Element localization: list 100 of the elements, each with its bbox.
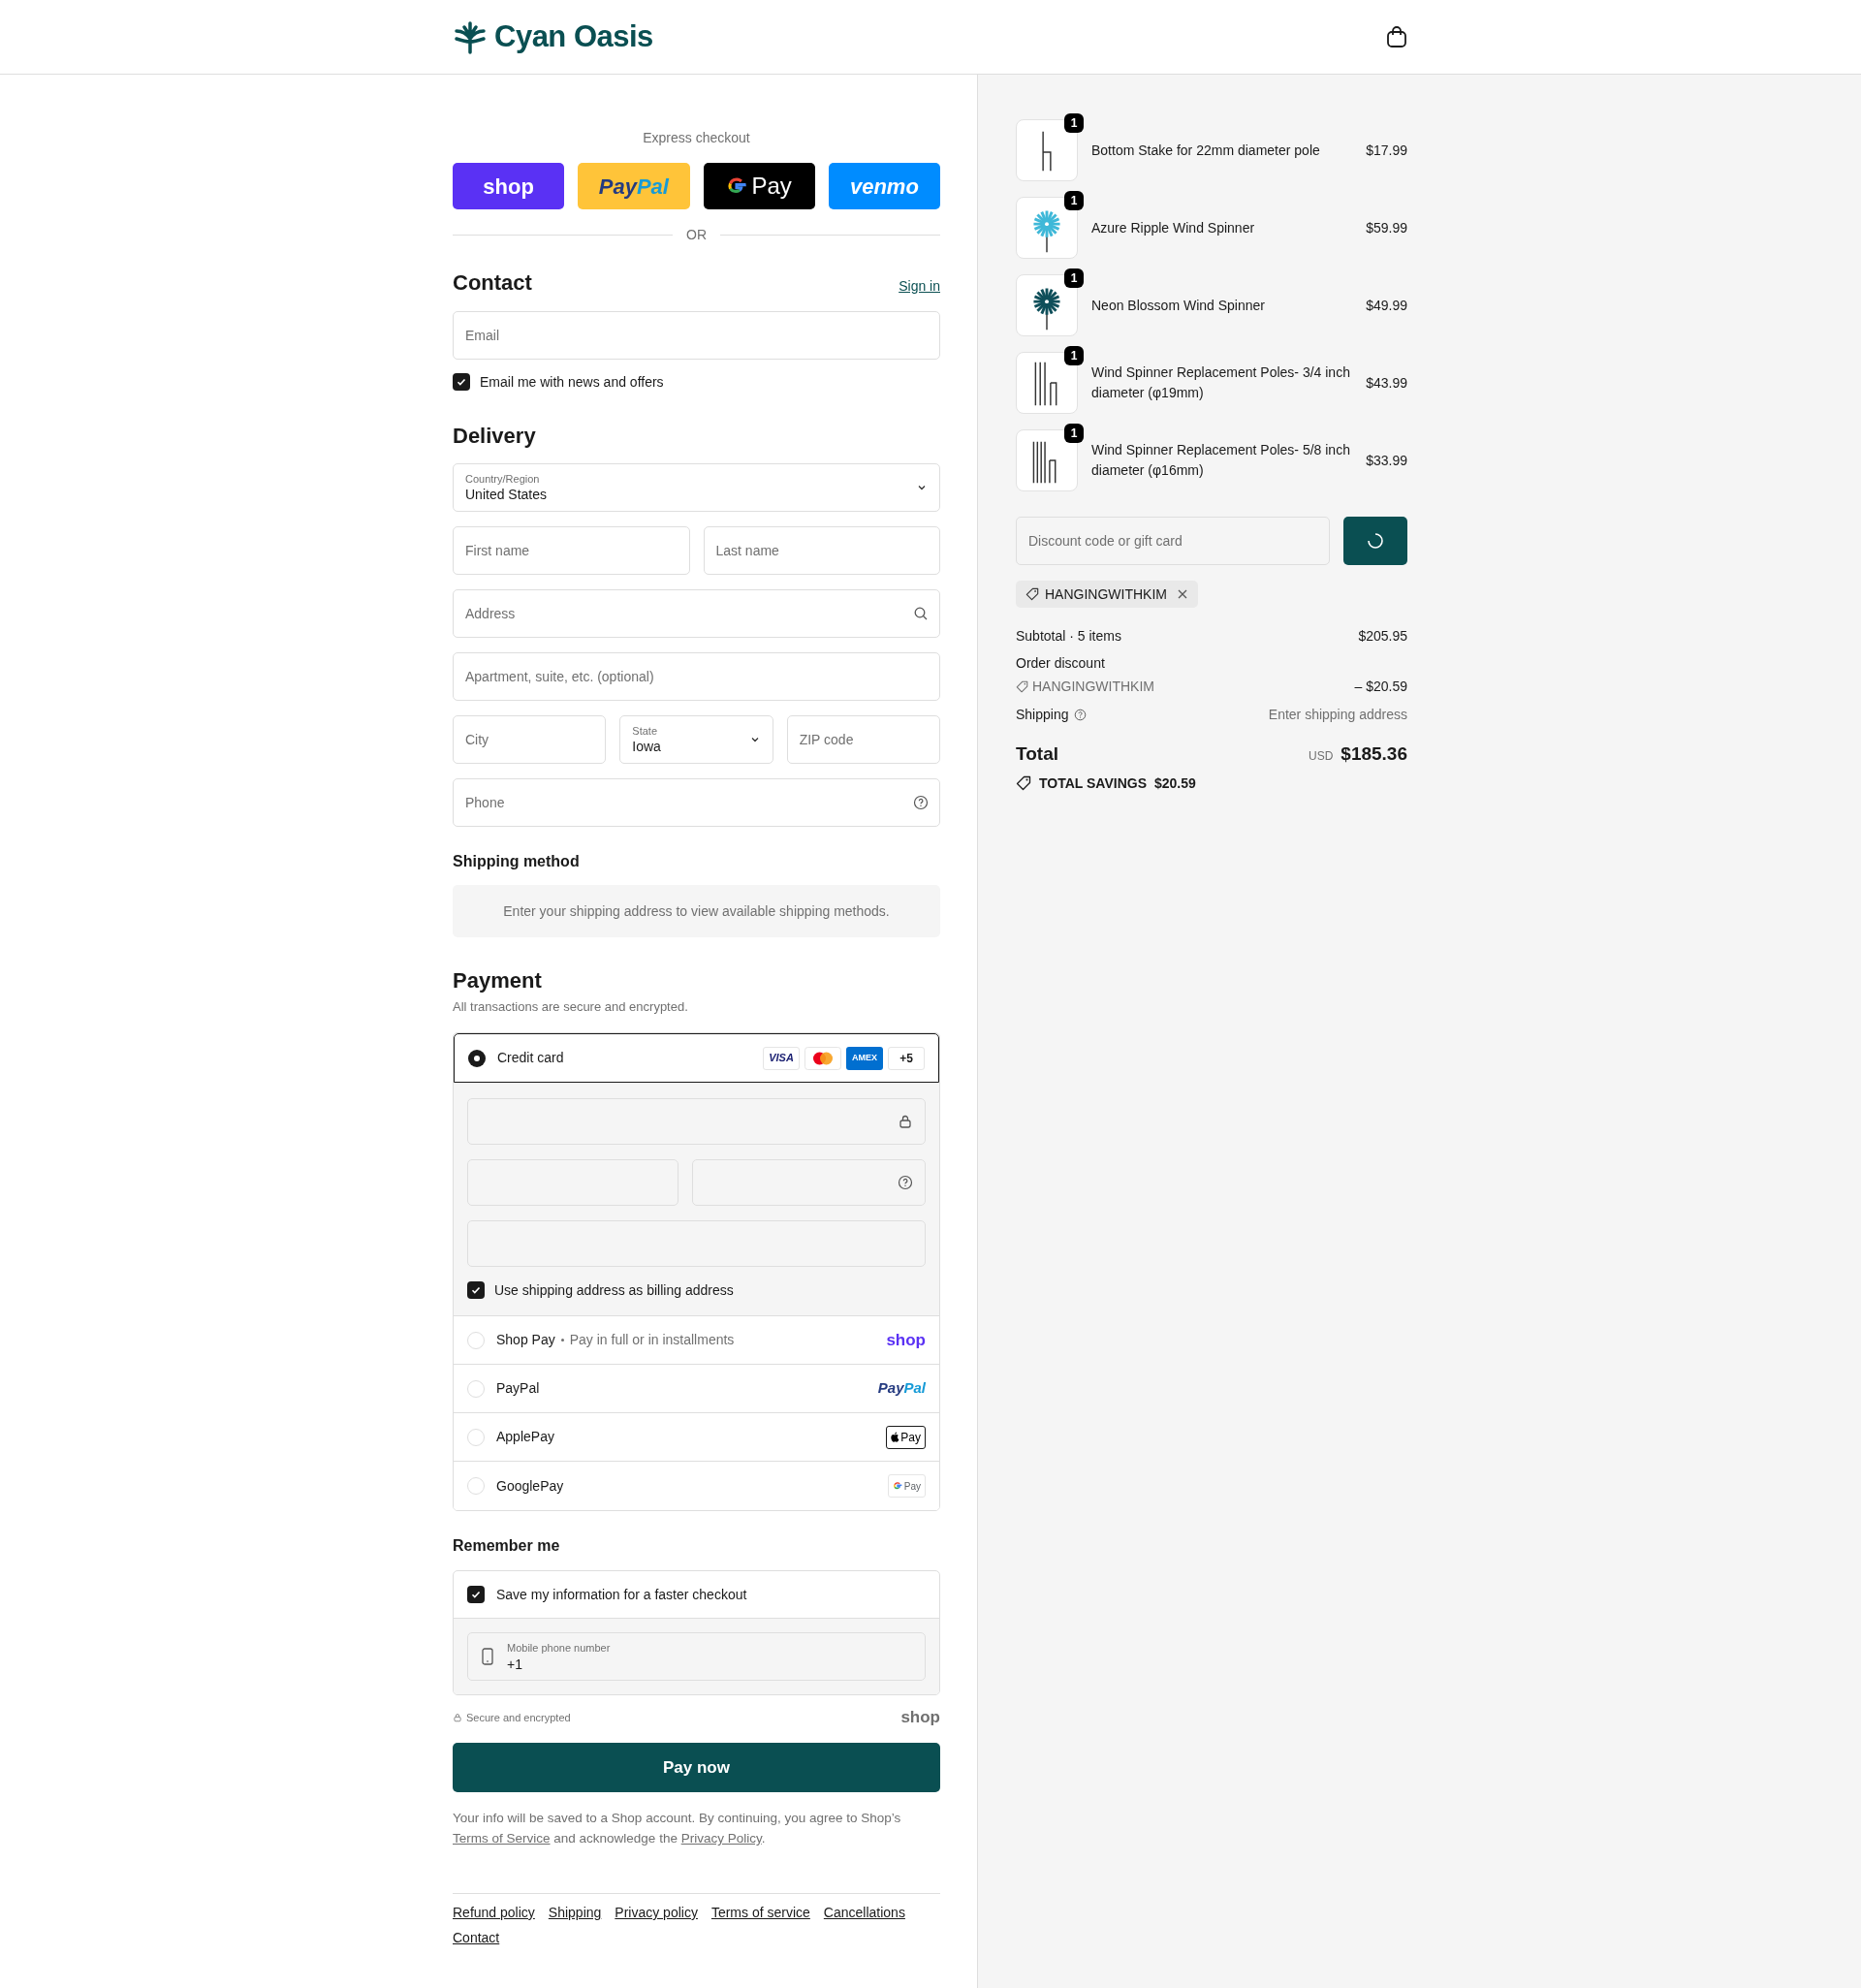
quantity-badge: 1: [1064, 346, 1084, 365]
footer-link[interactable]: Privacy policy: [615, 1903, 698, 1922]
discount-tag: HANGINGWITHKIM: [1016, 581, 1198, 608]
section-heading: Payment: [453, 967, 543, 994]
currency-code: USD: [1308, 747, 1334, 765]
checkbox[interactable]: [467, 1586, 485, 1603]
select-field[interactable]: Country/Region United States: [453, 463, 940, 512]
product-image: [1016, 429, 1078, 491]
radio-button[interactable]: [467, 1428, 485, 1446]
footer-link[interactable]: Cancellations: [823, 1903, 905, 1922]
input-field[interactable]: First name: [453, 526, 690, 575]
input-field[interactable]: Apartment, suite, etc. (optional): [453, 652, 940, 701]
loading-spinner-icon: [1367, 532, 1384, 550]
summary-value: – $20.59: [1354, 678, 1407, 696]
brand-name: Cyan Oasis: [494, 17, 653, 55]
checkbox[interactable]: [467, 1281, 485, 1299]
shop-logo: shop: [900, 1707, 940, 1729]
select-field[interactable]: State Iowa: [619, 715, 773, 764]
amex-badge: AMEX: [846, 1046, 883, 1070]
sign-in-link[interactable]: Sign in: [899, 276, 940, 297]
radio-button[interactable]: [467, 1477, 485, 1495]
checkbox[interactable]: [453, 373, 470, 391]
input-field[interactable]: Email: [453, 311, 940, 360]
or-divider-text: OR: [686, 225, 707, 244]
summary-value: Enter shipping address: [1268, 706, 1407, 724]
card-number-field[interactable]: [467, 1098, 926, 1145]
lock-icon: [453, 1713, 462, 1722]
secure-note: Secure and encrypted: [466, 1710, 571, 1725]
input-field[interactable]: Last name: [703, 526, 940, 575]
radio-button[interactable]: [468, 1049, 486, 1067]
mobile-phone-field[interactable]: Mobile phone number +1: [467, 1632, 926, 1681]
product-name: Azure Ripple Wind Spinner: [1091, 218, 1256, 237]
express-checkout-label: Express checkout: [642, 129, 751, 147]
checkbox-label: Use shipping address as billing address: [494, 1280, 734, 1300]
terms-of-service-link[interactable]: Terms of Service: [453, 1831, 551, 1846]
footer-link[interactable]: Contact: [453, 1928, 500, 1947]
product-name: Wind Spinner Replacement Poles- 3/4 inch diameter (φ19mm): [1091, 363, 1351, 402]
privacy-policy-link[interactable]: Privacy Policy: [680, 1831, 762, 1846]
payment-option-label: ApplePay: [496, 1428, 554, 1446]
apply-button[interactable]: [1343, 517, 1407, 565]
footer-link[interactable]: Terms of service: [710, 1903, 810, 1922]
checkbox-label: Email me with news and offers: [480, 372, 664, 392]
summary-label: Shipping: [1016, 706, 1069, 724]
quantity-badge: 1: [1064, 191, 1084, 210]
checkmark-icon: [470, 1589, 482, 1600]
quantity-badge: 1: [1064, 113, 1084, 133]
security-code-field[interactable]: [691, 1159, 926, 1206]
section-heading: Contact: [453, 269, 532, 297]
pay-now-button[interactable]: Pay now: [453, 1743, 940, 1792]
apple-pay-logo: Pay: [886, 1425, 926, 1449]
shop-pay-logo: shop: [886, 1329, 926, 1351]
quantity-badge: 1: [1064, 424, 1084, 443]
visa-badge: VISA: [763, 1046, 800, 1070]
g-logo-icon: [892, 1481, 902, 1491]
shipping-notice: Enter your shipping address to view available shipping methods.: [453, 885, 940, 937]
footer-link[interactable]: Shipping: [548, 1903, 602, 1922]
tag-icon: [1016, 679, 1028, 693]
total-label: Total: [1016, 742, 1058, 766]
input-field[interactable]: Phone: [453, 778, 940, 827]
radio-button[interactable]: [467, 1331, 485, 1349]
input-field[interactable]: Address: [453, 589, 940, 638]
more-cards-badge: +5: [888, 1046, 925, 1070]
payment-option-label: GooglePay: [496, 1476, 564, 1496]
total-value: $185.36: [1341, 742, 1407, 766]
help-icon: [898, 1175, 913, 1190]
product-price: $17.99: [1366, 141, 1407, 160]
tag-icon: [1025, 587, 1039, 601]
close-icon[interactable]: [1177, 588, 1188, 600]
product-name: Neon Blossom Wind Spinner: [1091, 296, 1266, 315]
product-name: Wind Spinner Replacement Poles- 5/8 inch diameter (φ16mm): [1091, 441, 1351, 480]
google-pay-logo: Pay: [887, 1474, 926, 1498]
summary-value: $205.95: [1358, 627, 1407, 646]
paypal-button[interactable]: PayPal: [578, 163, 690, 209]
product-image: [1016, 352, 1078, 414]
checkmark-icon: [470, 1284, 482, 1296]
shopping-bag-icon[interactable]: [1386, 25, 1407, 48]
lock-icon: [898, 1114, 913, 1129]
product-price: $33.99: [1366, 451, 1407, 470]
paypal-logo: PayPal: [877, 1378, 926, 1399]
shop-pay-button[interactable]: shop: [453, 163, 565, 209]
help-icon: [913, 795, 929, 810]
product-price: $49.99: [1366, 296, 1407, 315]
footer-link[interactable]: Refund policy: [453, 1903, 535, 1922]
radio-button[interactable]: [467, 1379, 485, 1398]
mastercard-icon: [804, 1046, 841, 1070]
section-heading: Delivery: [453, 423, 537, 450]
discount-code-field[interactable]: Discount code or gift card: [1016, 517, 1330, 565]
input-field[interactable]: ZIP code: [786, 715, 940, 764]
input-field[interactable]: City: [453, 715, 607, 764]
payment-option-label: Shop Pay: [496, 1331, 555, 1349]
payment-subtitle: All transactions are secure and encrypted.: [453, 998, 689, 1016]
payment-option-label: PayPal: [496, 1379, 540, 1398]
quantity-badge: 1: [1064, 268, 1084, 288]
summary-label: Order discount: [1016, 654, 1106, 673]
google-pay-button[interactable]: Pay: [703, 163, 815, 209]
product-name: Bottom Stake for 22mm diameter pole: [1091, 141, 1321, 160]
payment-option-detail: Pay in full or in installments: [569, 1331, 735, 1349]
mobile-phone-icon: [482, 1648, 493, 1665]
product-price: $59.99: [1366, 218, 1407, 237]
help-icon: [1073, 708, 1087, 721]
